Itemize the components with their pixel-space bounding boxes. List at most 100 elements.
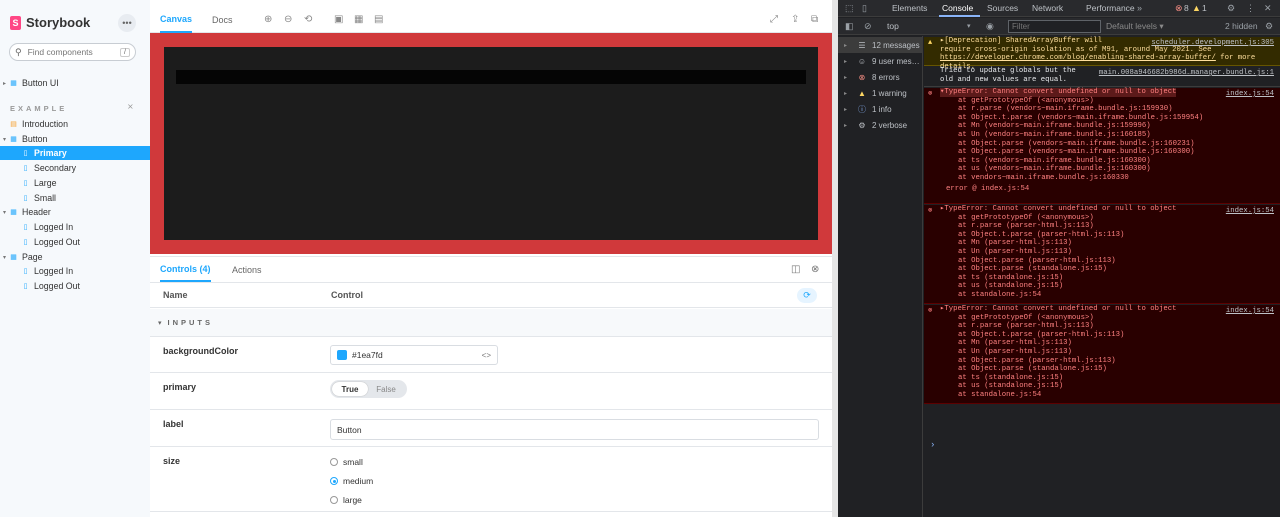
stack-frame[interactable]: at Object.t.parse (parser-html.js:113): [958, 231, 1280, 240]
devtools-tab-sources[interactable]: Sources: [987, 3, 1018, 13]
radio-button[interactable]: [330, 458, 338, 466]
tree-item[interactable]: ▾ ▦ Button: [0, 132, 150, 146]
stack-frame[interactable]: at us (standalone.js:15): [958, 382, 1280, 391]
devtools-tab-console[interactable]: Console: [942, 3, 973, 13]
close-panel-icon[interactable]: ⊗: [811, 264, 819, 275]
tree-item[interactable]: ▯ Logged In: [0, 264, 150, 278]
warning-count-icon[interactable]: ▲: [1192, 3, 1201, 13]
stack-frame[interactable]: at Mn (parser-html.js:113): [958, 339, 1280, 348]
console-sidebar-item[interactable]: ▸ ☰ 12 messages: [838, 37, 923, 53]
stack-frame[interactable]: at Object.t.parse (parser-html.js:113): [958, 331, 1280, 340]
stack-frame[interactable]: at Object.parse (parser-html.js:113): [958, 357, 1280, 366]
stack-frame[interactable]: at ts (standalone.js:15): [958, 274, 1280, 283]
inspect-icon[interactable]: ⬚: [845, 3, 854, 14]
stack-frame[interactable]: at Object.parse (standalone.js:15): [958, 365, 1280, 374]
tree-item[interactable]: ▯ Logged In: [0, 220, 150, 234]
console-sidebar-item[interactable]: ▸ ▲ 1 warning: [838, 85, 923, 101]
radio-button[interactable]: [330, 477, 338, 485]
collapse-all-icon[interactable]: ⨯: [127, 102, 134, 111]
stack-frame[interactable]: at Object.t.parse (vendors~main.iframe.b…: [958, 114, 1280, 123]
zoom-in-icon[interactable]: ⊕: [264, 14, 272, 25]
color-picker-input[interactable]: #1ea7fd <>: [330, 345, 498, 365]
tab-canvas[interactable]: Canvas: [160, 7, 193, 33]
stack-frame[interactable]: at Mn (parser-html.js:113): [958, 239, 1280, 248]
message-source-link[interactable]: index.js:54: [1226, 207, 1274, 216]
clear-console-icon[interactable]: ⊘: [864, 21, 872, 32]
console-sidebar-item[interactable]: ▸ ⊗ 8 errors: [838, 69, 923, 85]
console-error-message[interactable]: ⊗ index.js:54 ▸TypeError: Cannot convert…: [924, 205, 1280, 304]
error-count-icon[interactable]: ⊗: [1175, 3, 1183, 14]
outline-icon[interactable]: ▤: [374, 14, 383, 25]
console-error-message[interactable]: ⊗ index.js:54 ▸TypeError: Cannot convert…: [924, 305, 1280, 404]
tab-controls[interactable]: Controls (4): [160, 257, 211, 282]
share-icon[interactable]: ⇪: [791, 14, 799, 25]
radio-button[interactable]: [330, 496, 338, 504]
tab-actions[interactable]: Actions: [232, 257, 262, 282]
more-options-icon[interactable]: •••: [118, 14, 136, 32]
chevron-down-icon[interactable]: ▾: [967, 22, 971, 30]
stack-frame[interactable]: at Object.parse (parser-html.js:113): [958, 257, 1280, 266]
stack-frame[interactable]: at Un (parser-html.js:113): [958, 248, 1280, 257]
stack-frame[interactable]: at ts (standalone.js:15): [958, 374, 1280, 383]
console-sidebar-item[interactable]: ▸ ⚙ 2 verbose: [838, 117, 923, 133]
live-expression-icon[interactable]: ◉: [986, 21, 994, 32]
stack-frame[interactable]: at Object.parse (vendors~main.iframe.bun…: [958, 148, 1280, 157]
stack-frame[interactable]: at Un (vendors~main.iframe.bundle.js:160…: [958, 131, 1280, 140]
label-text-field[interactable]: Button: [330, 419, 819, 440]
tree-item[interactable]: ▯ Logged Out: [0, 235, 150, 249]
console-settings-icon[interactable]: ⚙: [1265, 21, 1273, 32]
tab-docs[interactable]: Docs: [212, 7, 233, 33]
message-source-link[interactable]: index.js:54: [1226, 90, 1274, 99]
error-title[interactable]: ▾TypeError: Cannot convert undefined or …: [940, 88, 1177, 97]
size-option-medium[interactable]: medium: [330, 476, 373, 486]
tree-item[interactable]: ▯ Small: [0, 191, 150, 205]
color-swatch[interactable]: [337, 350, 347, 360]
size-option-large[interactable]: large: [330, 495, 362, 505]
tree-item[interactable]: ▾ ▦ Page: [0, 250, 150, 264]
warning-count[interactable]: 1: [1202, 3, 1207, 13]
console-sidebar-item[interactable]: ▸ ⓘ 1 info: [838, 101, 923, 117]
device-toolbar-icon[interactable]: ▯: [862, 3, 867, 14]
stack-frame[interactable]: at r.parse (vendors~main.iframe.bundle.j…: [958, 105, 1280, 114]
stack-frame[interactable]: at standalone.js:54: [958, 391, 1280, 400]
stack-frame[interactable]: at vendors~main.iframe.bundle.js:160330: [958, 174, 1280, 183]
error-count[interactable]: 8: [1184, 3, 1189, 13]
console-filter-input[interactable]: Filter: [1008, 20, 1101, 33]
sidebar-toggle-icon[interactable]: ◧: [845, 21, 854, 32]
section-inputs[interactable]: ▾ INPUTS: [150, 309, 832, 337]
grid-icon[interactable]: ▦: [354, 14, 363, 25]
devtools-tab-network[interactable]: Network: [1032, 3, 1063, 13]
code-icon[interactable]: <>: [482, 351, 491, 360]
stack-frame[interactable]: at us (standalone.js:15): [958, 282, 1280, 291]
toggle-false[interactable]: False: [368, 382, 404, 396]
tree-item[interactable]: ▯ Logged Out: [0, 279, 150, 293]
tree-item[interactable]: ▯ Large: [0, 176, 150, 190]
stack-frame[interactable]: at Object.parse (standalone.js:15): [958, 265, 1280, 274]
message-source-link[interactable]: scheduler.development.js:305: [1151, 39, 1274, 48]
tree-item[interactable]: ▯ Secondary: [0, 161, 150, 175]
log-levels-dropdown[interactable]: Default levels ▾: [1106, 21, 1164, 32]
boolean-toggle[interactable]: True False: [330, 380, 407, 398]
warning-link[interactable]: https://developer.chrome.com/blog/enabli…: [940, 54, 1216, 62]
tree-item[interactable]: ▸ ▦ Button UI: [0, 76, 150, 90]
console-sidebar-item[interactable]: ▸ ☺ 9 user mes…: [838, 53, 923, 69]
stack-frame[interactable]: at ts (vendors~main.iframe.bundle.js:160…: [958, 157, 1280, 166]
size-option-small[interactable]: small: [330, 457, 363, 467]
settings-icon[interactable]: ⚙: [1227, 3, 1235, 14]
console-error-message[interactable]: ⊗ index.js:54 ▾TypeError: Cannot convert…: [924, 88, 1280, 204]
tree-item[interactable]: ▾ ▦ Header: [0, 205, 150, 219]
reset-controls-icon[interactable]: ⟳: [797, 288, 817, 303]
zoom-out-icon[interactable]: ⊖: [284, 14, 292, 25]
toggle-true[interactable]: True: [332, 382, 368, 396]
console-info-message[interactable]: main.008a946682b986d…manager.bundle.js:1…: [924, 67, 1280, 87]
fullscreen-icon[interactable]: ⤢: [770, 14, 778, 25]
stack-frame[interactable]: at standalone.js:54: [958, 291, 1280, 300]
copy-link-icon[interactable]: ⧉: [811, 14, 818, 25]
zoom-reset-icon[interactable]: ⟲: [304, 14, 312, 25]
stack-frame[interactable]: at Un (parser-html.js:113): [958, 348, 1280, 357]
storybook-logo[interactable]: S Storybook: [10, 15, 90, 30]
tree-item[interactable]: ▯ Primary: [0, 146, 150, 160]
close-devtools-icon[interactable]: ✕: [1264, 3, 1272, 14]
background-icon[interactable]: ▣: [334, 14, 343, 25]
message-source-link[interactable]: index.js:54: [1226, 307, 1274, 316]
